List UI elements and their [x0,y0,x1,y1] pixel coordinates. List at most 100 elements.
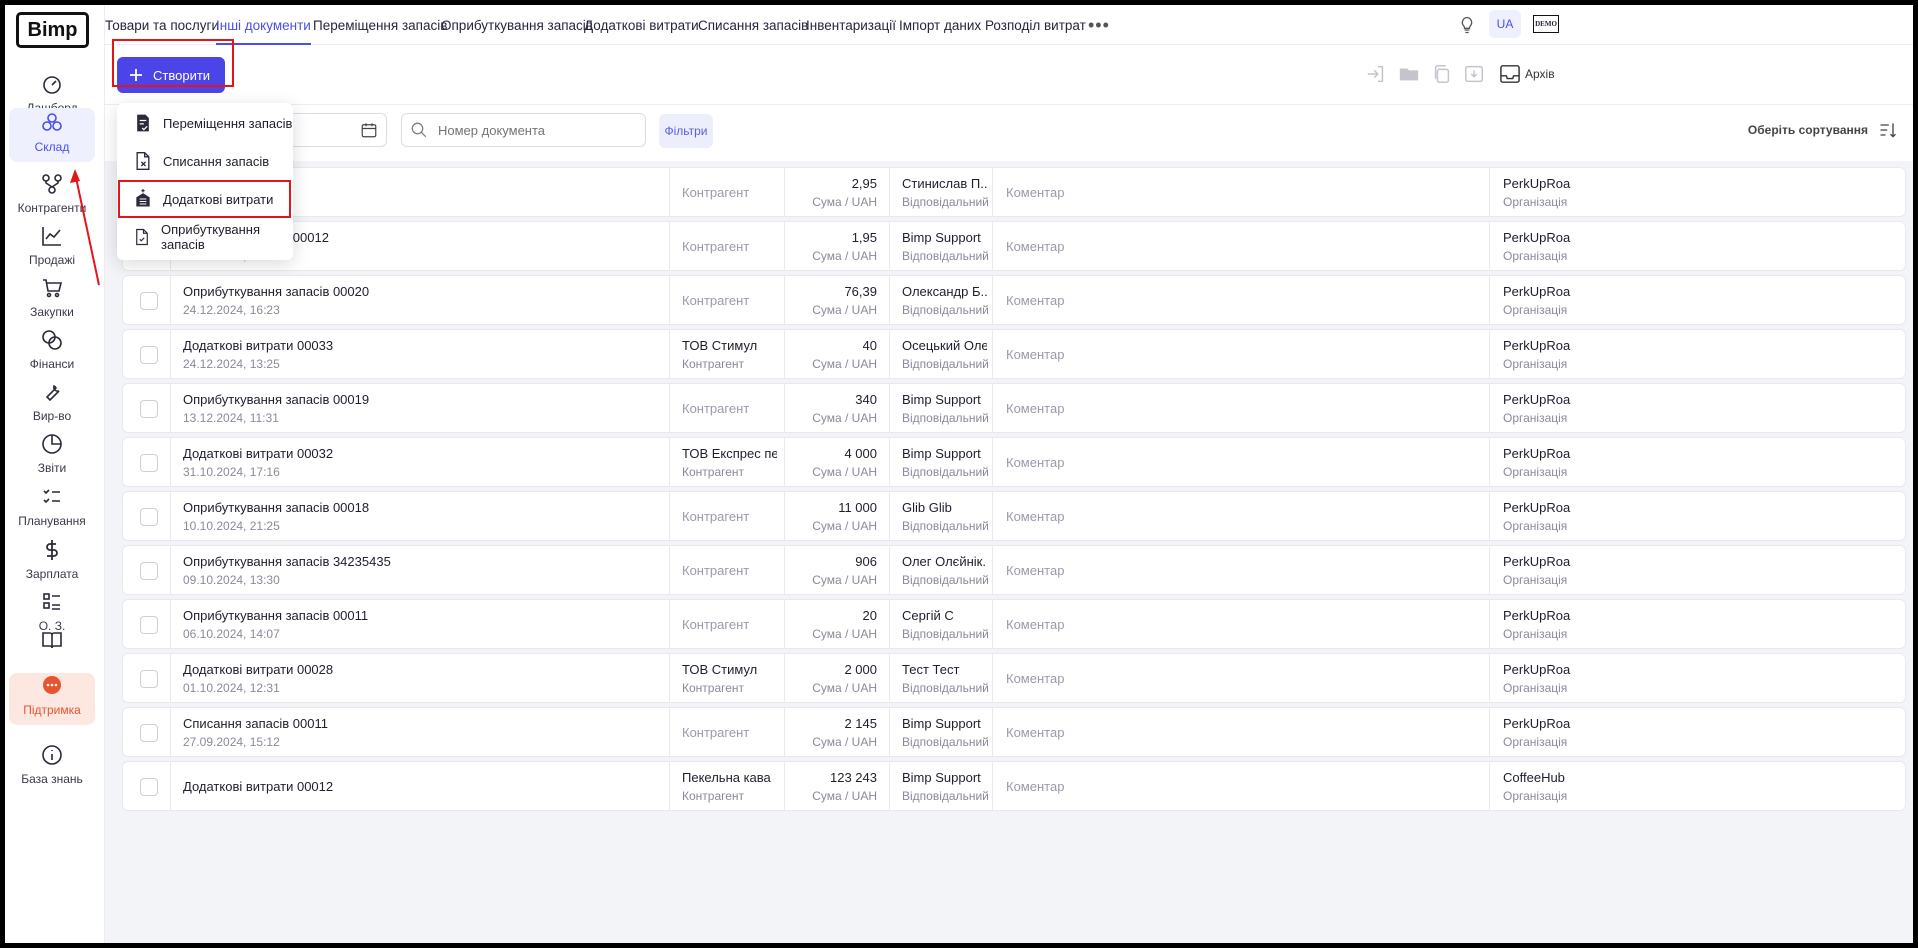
archive-label[interactable]: Архів [1525,67,1555,81]
table-row[interactable]: Оприбуткування запасів 34235435 09.10.202… [122,545,1906,595]
responsible-value: Олександр Б... [902,283,987,299]
row-checkbox[interactable] [140,562,158,580]
book-icon [42,632,62,649]
document-date: 24.12.2024, 13:25 [183,356,280,371]
document-title[interactable]: Додаткові витрати 00012 [183,779,663,794]
tab-stock-transfers[interactable]: Переміщення запасів [313,5,447,45]
tab-stock-receipts[interactable]: Оприбуткування запасів [441,5,593,45]
amount-caption: Сума / UAH [812,788,877,803]
import-icon[interactable] [1365,63,1387,85]
counterparty-value: Пекельна кава [682,769,771,785]
sidebar-item-label: Підтримка [23,703,81,717]
row-checkbox[interactable] [140,724,158,742]
menu-item-stock-writeoff[interactable]: Списання запасів [117,142,293,180]
responsible-value: Bimp Support [902,391,981,407]
tab-stock-writeoffs[interactable]: Списання запасів [698,5,808,45]
table-row[interactable]: Додаткові витрати 00033 24.12.2024, 13:25… [122,329,1906,379]
organization-caption: Організація [1503,194,1568,209]
organization-caption: Організація [1503,626,1568,641]
table-row[interactable]: …ів 00021 Контрагент 2,95 Сума / UAH Сти… [122,167,1906,217]
lightbulb-icon[interactable] [1457,15,1477,35]
document-date: 10.10.2024, 21:25 [183,518,280,533]
document-title[interactable]: Додаткові витрати 00028 [183,662,663,677]
filters-button[interactable]: Фільтри [659,114,713,148]
table-row[interactable]: Списання запасів 0001202.01.2025, 13:30 … [122,221,1906,271]
row-checkbox[interactable] [140,400,158,418]
row-checkbox[interactable] [140,454,158,472]
sidebar-item-finance[interactable]: Фінанси [9,319,95,379]
archive-box-icon[interactable] [1463,63,1485,85]
table-row[interactable]: Додаткові витрати 00012 Пекельна кава Кон… [122,761,1906,811]
sidebar-item-reports[interactable]: Звіти [9,423,95,483]
menu-item-stock-transfer[interactable]: Переміщення запасів [117,104,293,142]
document-title[interactable]: Оприбуткування запасів 00018 [183,500,663,515]
checklist-icon [43,489,60,504]
search-input[interactable] [438,122,638,138]
row-checkbox[interactable] [140,616,158,634]
document-title[interactable]: Оприбуткування запасів 00020 [183,284,663,299]
table-row[interactable]: Оприбуткування запасів 00019 13.12.2024, … [122,383,1906,433]
table-row[interactable]: Списання запасів 00011 27.09.2024, 15:12 … [122,707,1906,757]
sidebar-item-docs[interactable] [9,625,95,665]
tab-goods-services[interactable]: Товари та послуги [105,5,219,45]
more-tabs-button[interactable]: ••• [1088,5,1110,45]
pie-icon [42,434,62,454]
document-check-icon [136,228,148,246]
amount-value: 906 [855,553,877,569]
document-title[interactable]: Додаткові витрати 00032 [183,446,663,461]
menu-item-additional-costs[interactable]: Додаткові витрати [117,180,293,218]
counterparty-value: ТОВ Стимул [682,661,758,677]
sort-icon[interactable] [1878,120,1898,140]
tab-other-documents[interactable]: Інші документи [216,5,311,45]
language-switch[interactable]: UA [1489,10,1521,38]
list-icon [43,593,60,610]
row-checkbox[interactable] [140,778,158,796]
sidebar-item-knowledge-base[interactable]: База знань [9,730,95,788]
responsible-caption: Відповідальний [902,518,989,533]
tab-additional-costs[interactable]: Додаткові витрати [584,5,699,45]
row-checkbox[interactable] [140,292,158,310]
sidebar-item-salary[interactable]: Зарплата [9,529,95,589]
tab-cost-distribution[interactable]: Розподіл витрат [985,5,1086,45]
create-button[interactable]: Створити [117,57,225,93]
sidebar-item-support[interactable]: Підтримка [9,673,95,725]
document-title[interactable]: Додаткові витрати 00033 [183,338,663,353]
document-title[interactable]: Оприбуткування запасів 00019 [183,392,663,407]
counterparty-caption: Контрагент [682,464,745,479]
menu-item-stock-receipt[interactable]: Оприбуткування запасів [117,218,293,256]
responsible-value: Bimp Support [902,715,981,731]
organization-caption: Організація [1503,464,1568,479]
menu-item-label: Переміщення запасів [163,115,293,131]
amount-value: 2 145 [844,715,877,731]
sidebar: Bimp Дашборд Склад Контрагенти Продажі З… [5,5,105,943]
folder-icon[interactable] [1397,63,1421,85]
amount-value: 11 000 [838,499,877,515]
document-title[interactable]: Оприбуткування запасів 00011 [183,608,663,623]
table-row[interactable]: Оприбуткування запасів 00018 10.10.2024, … [122,491,1906,541]
amount-value: 4 000 [844,445,877,461]
table-row[interactable]: Додаткові витрати 00028 01.10.2024, 12:31… [122,653,1906,703]
table-row[interactable]: Додаткові витрати 00032 31.10.2024, 17:16… [122,437,1906,487]
sidebar-item-planning[interactable]: Планування [9,476,95,536]
sidebar-item-label: Закупки [30,305,74,319]
responsible-value: Олег Олєйнік... [902,553,987,569]
tab-inventories[interactable]: Інвентаризації [806,5,896,45]
document-title[interactable]: Списання запасів 00011 [183,716,663,731]
sort-select[interactable]: Оберіть сортування [1748,123,1868,137]
menu-item-label: Списання запасів [163,153,270,169]
app-logo[interactable]: Bimp [16,12,89,48]
table-row[interactable]: Оприбуткування запасів 00020 24.12.2024, … [122,275,1906,325]
sidebar-item-production[interactable]: Вир-во [9,371,95,431]
document-title[interactable]: Оприбуткування запасів 34235435 [183,554,663,569]
row-checkbox[interactable] [140,670,158,688]
inbox-icon[interactable] [1499,64,1521,84]
row-checkbox[interactable] [140,346,158,364]
row-checkbox[interactable] [140,508,158,526]
tab-data-import[interactable]: Імпорт даних [899,5,981,45]
demo-badge[interactable]: DEMO [1533,15,1559,33]
table-row[interactable]: Оприбуткування запасів 00011 06.10.2024, … [122,599,1906,649]
cart-icon [43,279,63,298]
sidebar-item-label: Планування [18,514,86,528]
copy-icon[interactable] [1431,63,1453,85]
sidebar-item-warehouse[interactable]: Склад [9,108,95,162]
